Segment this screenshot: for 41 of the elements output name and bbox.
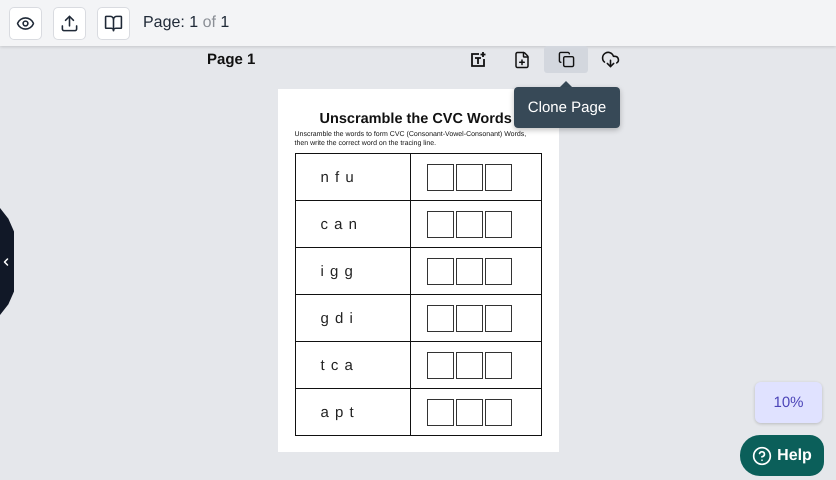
letter-box <box>426 164 454 190</box>
letter-box <box>484 210 512 238</box>
upload-icon <box>60 14 79 32</box>
help-button[interactable]: Help <box>740 435 824 476</box>
page-title: Page 1 <box>207 51 256 68</box>
letter-box <box>456 164 482 190</box>
letter-box <box>426 210 454 238</box>
letter-box <box>426 258 454 284</box>
letter-box <box>484 164 512 190</box>
help-icon <box>752 446 772 466</box>
scrambled-letters: n f u <box>320 168 355 186</box>
cloud-download-icon <box>600 50 620 69</box>
letter-box <box>484 398 512 426</box>
letter-box <box>426 352 454 378</box>
letter-box <box>456 304 482 332</box>
preview-button[interactable] <box>9 6 42 40</box>
upload-button[interactable] <box>53 6 86 40</box>
letter-box <box>426 304 454 332</box>
tooltip: Clone Page <box>514 87 620 128</box>
add-page-icon <box>513 50 531 68</box>
scrambled-letters: a p t <box>320 404 355 420</box>
book-button[interactable] <box>97 6 130 40</box>
scrambled-letters: c a n <box>320 216 358 232</box>
scrambled-letters: t c a <box>320 356 354 374</box>
letter-box <box>456 398 482 426</box>
scrambled-letters: i g g <box>320 262 354 280</box>
copy-icon <box>558 51 574 68</box>
book-icon <box>104 14 123 32</box>
page-indicator: Page: 1 of 1 <box>143 14 230 32</box>
letter-box <box>456 210 482 238</box>
letter-box <box>456 352 482 378</box>
zoom-button[interactable]: 10% <box>755 382 822 423</box>
letter-box <box>456 258 482 284</box>
letter-box <box>484 258 512 284</box>
letter-box <box>426 398 454 426</box>
page-action-button[interactable] <box>544 46 588 73</box>
add-text-icon <box>469 50 487 68</box>
letter-box <box>484 352 512 378</box>
scrambled-letters: g d i <box>320 310 354 326</box>
letter-box <box>484 304 512 332</box>
worksheet-title: Unscramble the CVC Words <box>320 111 512 127</box>
